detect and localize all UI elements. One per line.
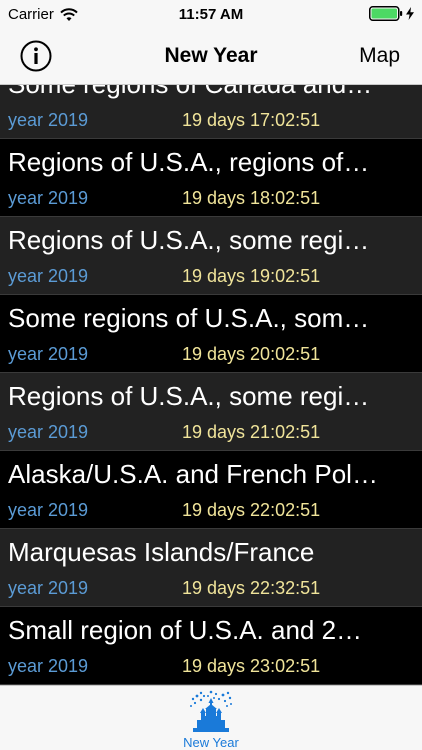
- app-screen: Carrier 11:57 AM New Year Map year 2019 …: [0, 0, 422, 750]
- year-label: year 2019: [8, 578, 89, 598]
- countdown-label: 19 days 20:02:51: [182, 344, 321, 364]
- region-title: Alaska/U.S.A. and French Pol…: [8, 459, 378, 489]
- region-title: Some regions of U.S.A., som…: [8, 303, 370, 333]
- list-item[interactable]: Small region of U.S.A. and 2… year 2019 …: [0, 607, 422, 685]
- countdown-label: 19 days 23:02:51: [182, 656, 321, 676]
- countdown-label: 19 days 17:02:51: [182, 110, 321, 130]
- countdown-list[interactable]: Some regions of Canada and… year 2019 19…: [0, 85, 422, 685]
- tab-bar: New Year: [0, 685, 422, 750]
- countdown-label: 19 days 18:02:51: [182, 188, 321, 208]
- tab-label: New Year: [183, 735, 239, 750]
- year-label: year 2019: [8, 656, 89, 676]
- tab-new-year[interactable]: New Year: [165, 688, 257, 750]
- year-label: year 2019: [8, 266, 89, 286]
- region-title: Some regions of Canada and…: [8, 85, 408, 100]
- year-label: year 2019: [8, 188, 89, 208]
- charging-icon: [406, 7, 414, 20]
- list-item[interactable]: Regions of U.S.A., regions of… year 2019…: [0, 139, 422, 217]
- list-item[interactable]: Regions of U.S.A., some regi… year 2019 …: [0, 217, 422, 295]
- status-time: 11:57 AM: [178, 6, 244, 23]
- year-label: year 2019: [8, 110, 89, 130]
- battery-icon: [369, 6, 403, 21]
- list-item[interactable]: Regions of U.S.A., some regi… year 2019 …: [0, 373, 422, 451]
- year-label: year 2019: [8, 422, 89, 442]
- region-title: Regions of U.S.A., regions of…: [8, 147, 370, 177]
- list-item[interactable]: Marquesas Islands/France year 2019 19 da…: [0, 529, 422, 607]
- region-title: Small region of U.S.A. and 2…: [8, 615, 363, 645]
- year-label: year 2019: [8, 500, 89, 520]
- countdown-label: 19 days 22:02:51: [182, 500, 321, 520]
- map-button[interactable]: Map: [359, 44, 400, 68]
- region-title: Marquesas Islands/France: [8, 537, 315, 567]
- status-bar: Carrier 11:57 AM: [0, 0, 422, 30]
- countdown-label: 19 days 19:02:51: [182, 266, 321, 286]
- fireworks-castle-icon: [190, 690, 232, 732]
- status-battery-group: [369, 6, 414, 21]
- countdown-list-content: Some regions of Canada and… year 2019 19…: [0, 85, 422, 685]
- countdown-label: 19 days 21:02:51: [182, 422, 321, 442]
- list-item[interactable]: Alaska/U.S.A. and French Pol… year 2019 …: [0, 451, 422, 529]
- year-label: year 2019: [8, 344, 89, 364]
- list-item[interactable]: Some regions of U.S.A., som… year 2019 1…: [0, 295, 422, 373]
- region-title: Regions of U.S.A., some regi…: [8, 381, 370, 411]
- navigation-bar: New Year Map: [0, 30, 422, 85]
- region-title: Regions of U.S.A., some regi…: [8, 225, 370, 255]
- countdown-label: 19 days 22:32:51: [182, 578, 321, 598]
- list-item[interactable]: Some regions of Canada and… year 2019 19…: [0, 85, 422, 139]
